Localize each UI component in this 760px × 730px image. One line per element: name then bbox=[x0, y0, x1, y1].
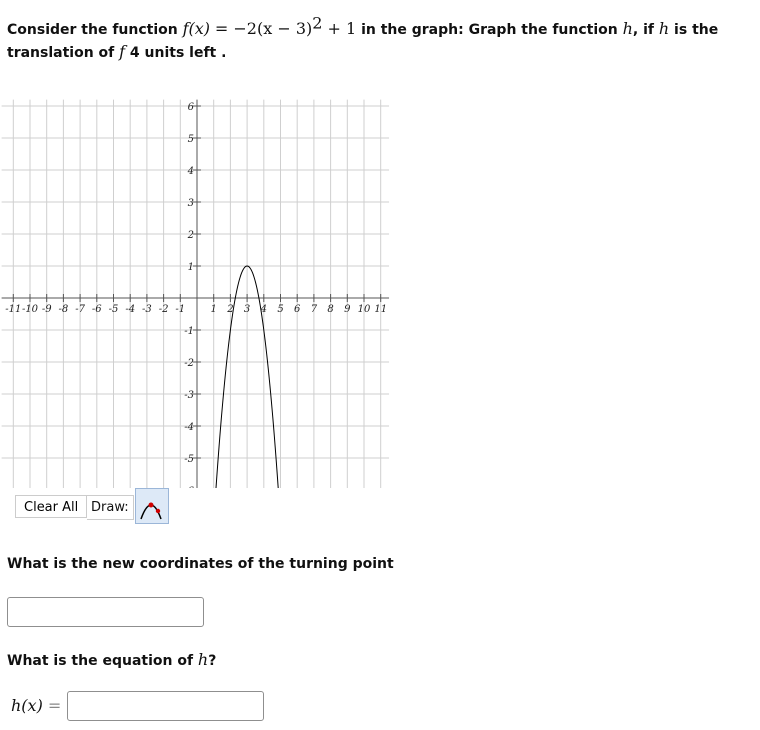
y-tick-label: -2 bbox=[184, 358, 194, 369]
question-line2-a: translation of bbox=[7, 45, 120, 61]
function-f-lhs: f(x) bbox=[182, 19, 211, 38]
x-tick-label: 9 bbox=[344, 304, 351, 315]
x-tick-label: -5 bbox=[109, 304, 119, 315]
x-tick-label: -9 bbox=[42, 304, 52, 315]
y-tick-label: 2 bbox=[187, 230, 194, 241]
y-tick-label: 4 bbox=[187, 166, 194, 177]
question-line2-b: 4 units left . bbox=[125, 45, 227, 61]
x-tick-label: 10 bbox=[358, 304, 371, 315]
equation-question: What is the equation of h? bbox=[7, 650, 216, 669]
x-tick-label: -6 bbox=[92, 304, 102, 315]
x-tick-label: 11 bbox=[374, 304, 387, 315]
h-variable-2: h bbox=[658, 19, 670, 38]
y-tick-label: -4 bbox=[184, 422, 194, 433]
x-tick-label: -4 bbox=[125, 304, 135, 315]
x-tick-label: 1 bbox=[211, 304, 217, 315]
x-tick-label: -1 bbox=[175, 304, 185, 315]
x-tick-label: 7 bbox=[311, 304, 318, 315]
graph-canvas[interactable]: -11 -10 -9 -8 -7 -6 -5 -4 -3 -2 -1 1 2 3 4 5 6 7 8 9 10 11654… bbox=[0, 88, 420, 488]
equation-question-text: What is the equation of bbox=[7, 653, 198, 669]
draw-label: Draw: bbox=[87, 495, 134, 520]
turning-point-input[interactable] bbox=[7, 597, 204, 627]
y-tick-label: 6 bbox=[188, 102, 195, 113]
y-tick-label: 5 bbox=[188, 134, 194, 145]
function-f-rhs: = −2(x − 3) bbox=[214, 19, 313, 38]
x-tick-label: 5 bbox=[277, 304, 283, 315]
parabola-tool-button[interactable] bbox=[135, 488, 169, 524]
clear-all-button[interactable]: Clear All bbox=[15, 495, 88, 518]
x-tick-label: 8 bbox=[327, 304, 333, 315]
equals-sign: = bbox=[47, 696, 62, 715]
x-tick-label: -3 bbox=[142, 304, 152, 315]
y-tick-label: -3 bbox=[184, 390, 194, 401]
question-text: Consider the function f(x) = −2(x − 3)2 … bbox=[7, 15, 727, 64]
y-tick-label: 1 bbox=[188, 262, 194, 273]
question-prefix: Consider the function bbox=[7, 22, 183, 38]
hx-symbol: h(x) bbox=[11, 696, 43, 715]
x-tick-label: 6 bbox=[294, 304, 301, 315]
parabola-tool-icon bbox=[140, 502, 162, 520]
x-tick-label: -8 bbox=[59, 304, 69, 315]
h-variable: h bbox=[622, 19, 633, 38]
equation-question-mark: ? bbox=[208, 653, 217, 669]
x-tick-label: -10 bbox=[22, 304, 39, 315]
equation-input[interactable] bbox=[67, 691, 264, 721]
x-tick-label: -11 bbox=[5, 304, 21, 315]
function-f-constant: + 1 bbox=[322, 19, 357, 38]
turning-point-question: What is the new coordinates of the turni… bbox=[7, 556, 394, 572]
function-f-exponent: 2 bbox=[312, 13, 323, 33]
y-tick-label: 3 bbox=[188, 198, 194, 209]
y-tick-label: -1 bbox=[184, 326, 194, 337]
y-tick-label: -6 bbox=[184, 486, 194, 488]
x-tick-label: -7 bbox=[75, 304, 85, 315]
question-mid2: , if bbox=[632, 22, 659, 38]
equation-h-variable: h bbox=[197, 650, 209, 669]
y-tick-label: -5 bbox=[184, 454, 194, 465]
question-mid3: is the bbox=[669, 22, 719, 38]
hx-label: h(x) = bbox=[11, 696, 61, 715]
question-mid: in the graph: Graph the function bbox=[356, 22, 623, 38]
x-tick-label: -2 bbox=[159, 304, 169, 315]
tick-labels: -11 -10 -9 -8 -7 -6 -5 -4 -3 -2 -1 1 2 3 4 5 6 7 8 9 10 11654… bbox=[5, 102, 387, 488]
grid-lines bbox=[1, 99, 390, 488]
x-tick-label: 3 bbox=[244, 304, 250, 315]
